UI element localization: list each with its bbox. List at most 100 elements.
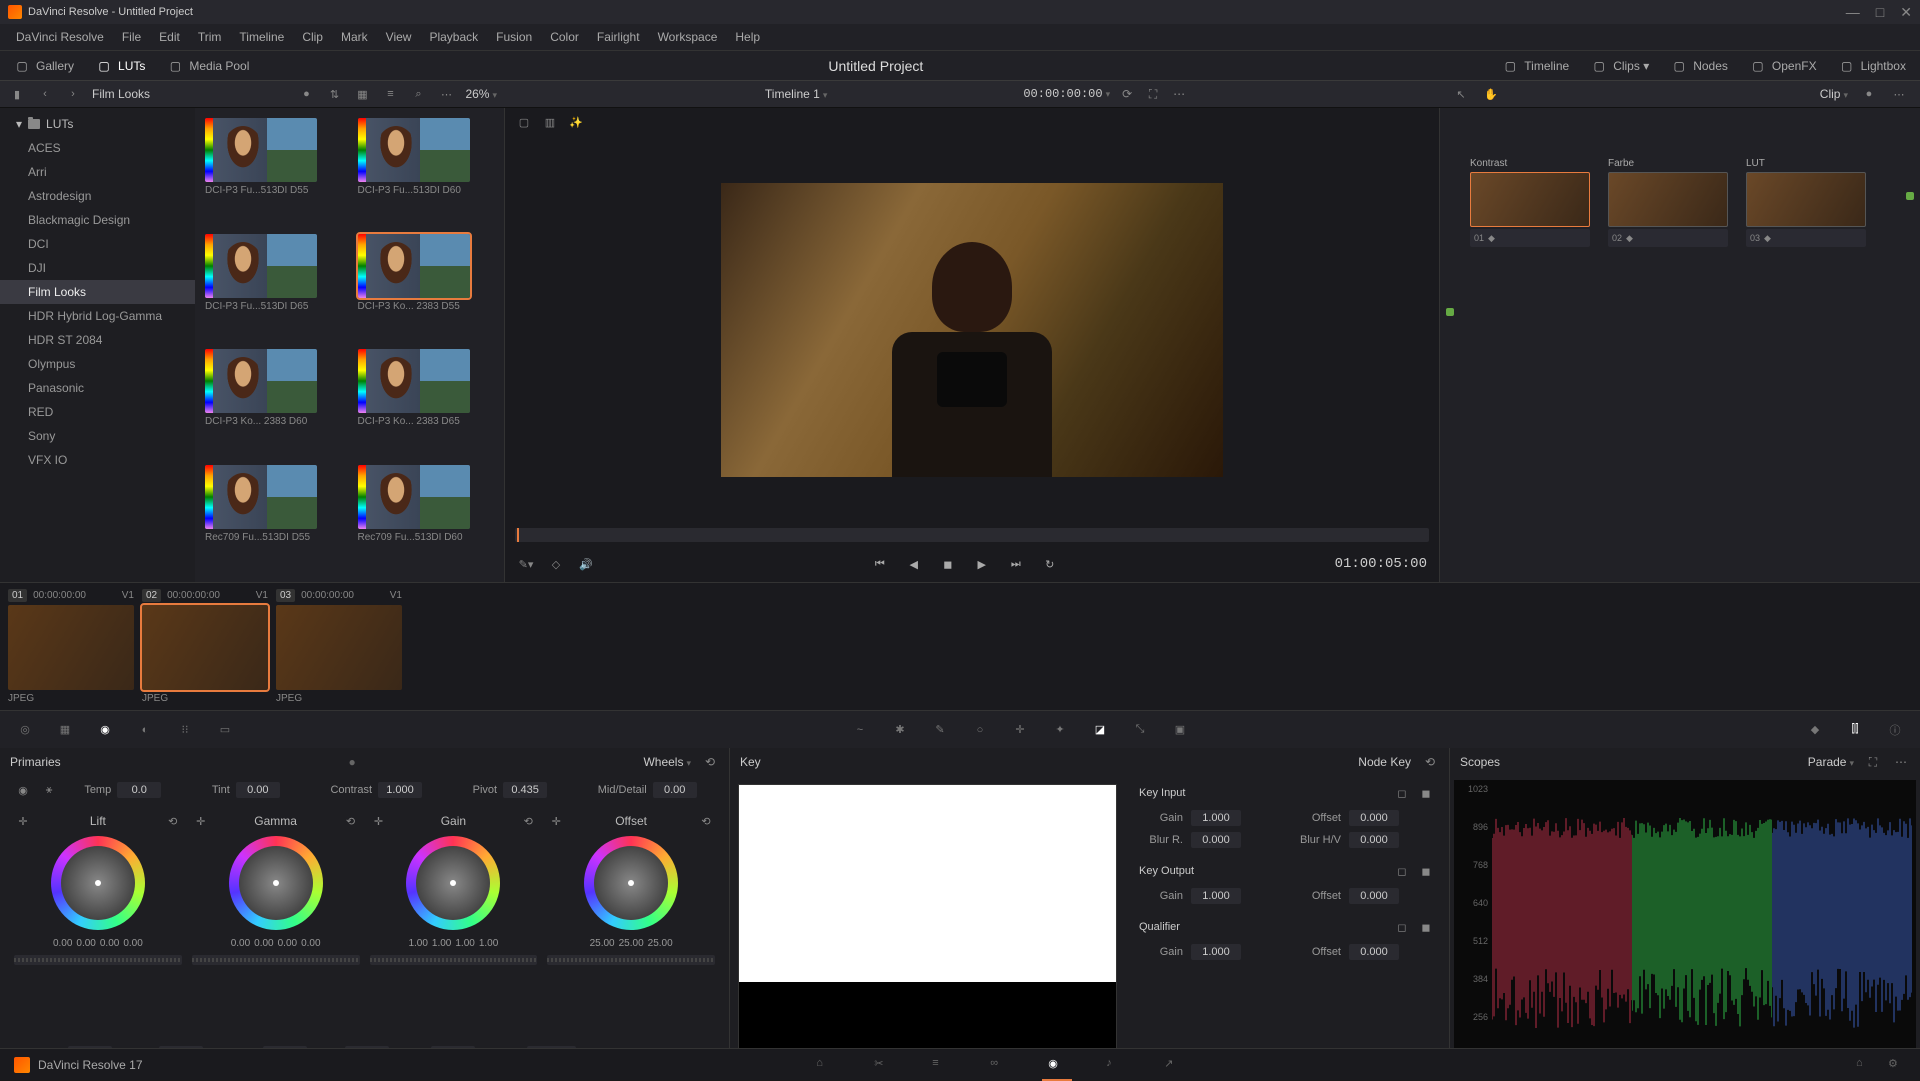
expand-icon[interactable]: ⛶ xyxy=(1144,85,1162,103)
hdr-wheels-icon[interactable]: ◐ xyxy=(134,719,156,741)
page-color-icon[interactable]: ◉ xyxy=(1048,1057,1066,1073)
luts-tree-hdr-st-2084[interactable]: HDR ST 2084 xyxy=(0,328,195,352)
grid-view-icon[interactable]: ▦ xyxy=(353,85,371,103)
sort-icon[interactable]: ⇅ xyxy=(325,85,343,103)
tb-timeline[interactable]: ▢Timeline xyxy=(1498,57,1573,75)
next-clip-button[interactable]: ⏭ xyxy=(1006,554,1026,574)
key-gain[interactable]: Gain1.000 xyxy=(1139,810,1277,826)
menu-workspace[interactable]: Workspace xyxy=(650,26,726,48)
matte-icon[interactable]: ◻ xyxy=(1393,918,1411,936)
color-match-icon[interactable]: ▦ xyxy=(54,719,76,741)
viewer-more-icon[interactable]: ⋯ xyxy=(1170,85,1188,103)
tb-lightbox[interactable]: ▢Lightbox xyxy=(1835,57,1910,75)
hand-icon[interactable]: ✋ xyxy=(1482,85,1500,103)
luts-tree-dji[interactable]: DJI xyxy=(0,256,195,280)
color-warper-icon[interactable]: ✱ xyxy=(889,719,911,741)
scopes-expand-icon[interactable]: ⛶ xyxy=(1864,753,1882,771)
stop-button[interactable]: ◼ xyxy=(938,554,958,574)
tb-gallery[interactable]: ▢Gallery xyxy=(10,57,78,75)
menu-color[interactable]: Color xyxy=(542,26,587,48)
list-view-icon[interactable]: ≡ xyxy=(381,85,399,103)
wheel-gain[interactable]: ✛Gain⟲1.001.001.001.00 xyxy=(370,812,538,1032)
tb-nodes[interactable]: ▢Nodes xyxy=(1667,57,1732,75)
viewer-scrubber[interactable] xyxy=(515,528,1429,542)
menu-view[interactable]: View xyxy=(378,26,420,48)
timeline-name[interactable]: Timeline 1 xyxy=(765,87,827,101)
wheel-reset-icon[interactable]: ⟲ xyxy=(164,812,182,830)
prev-clip-button[interactable]: ⏮ xyxy=(870,554,890,574)
wheel-offset[interactable]: ✛Offset⟲25.0025.0025.00 xyxy=(547,812,715,1032)
3d-icon[interactable]: ▣ xyxy=(1169,719,1191,741)
luts-tree-aces[interactable]: ACES xyxy=(0,136,195,160)
keyframes-icon[interactable]: ◆ xyxy=(1804,719,1826,741)
page-cut-icon[interactable]: ✂ xyxy=(874,1057,892,1073)
search-icon[interactable]: ⌕ xyxy=(409,85,427,103)
wheel-picker-icon[interactable]: ✛ xyxy=(370,812,388,830)
luts-tree-panasonic[interactable]: Panasonic xyxy=(0,376,195,400)
key-icon[interactable]: ◪ xyxy=(1089,719,1111,741)
param-tint[interactable]: Tint0.00 xyxy=(212,782,280,798)
lut-thumb-1[interactable]: DCI-P3 Fu...513DI D60 xyxy=(358,118,495,226)
maximize-button[interactable]: □ xyxy=(1876,4,1884,21)
picker-icon[interactable]: ◉ xyxy=(14,781,32,799)
menu-clip[interactable]: Clip xyxy=(294,26,331,48)
clip-02[interactable]: 0200:00:00:00V1JPEG xyxy=(142,589,268,704)
viewer[interactable] xyxy=(505,136,1439,524)
wheel-reset-icon[interactable]: ⟲ xyxy=(697,812,715,830)
page-fairlight-icon[interactable]: ♪ xyxy=(1106,1057,1124,1073)
bypass-icon[interactable]: ⟳ xyxy=(1118,85,1136,103)
qualifier-picker-icon[interactable]: ✎▾ xyxy=(517,555,535,573)
node-graph-panel[interactable]: Kontrast01◆Farbe02◆LUT03◆ xyxy=(1440,108,1920,582)
param-pivot[interactable]: Pivot0.435 xyxy=(473,782,547,798)
scopes-icon[interactable]: ⫿⫿ xyxy=(1844,719,1866,741)
tb-media-pool[interactable]: ▢Media Pool xyxy=(163,57,253,75)
luts-tree-film-looks[interactable]: Film Looks xyxy=(0,280,195,304)
qualifier-icon[interactable]: ✎ xyxy=(929,719,951,741)
close-button[interactable]: ✕ xyxy=(1900,4,1912,21)
unmix-icon[interactable]: ◇ xyxy=(547,555,565,573)
key-gain[interactable]: Gain1.000 xyxy=(1139,888,1277,904)
luts-tree-hdr-hybrid-log-gamma[interactable]: HDR Hybrid Log-Gamma xyxy=(0,304,195,328)
page-media-icon[interactable]: ⌂ xyxy=(816,1057,834,1073)
reset-key-icon[interactable]: ⟲ xyxy=(1421,753,1439,771)
color-wheels-icon[interactable]: ◉ xyxy=(94,719,116,741)
mute-icon[interactable]: 🔊 xyxy=(577,555,595,573)
menu-timeline[interactable]: Timeline xyxy=(231,26,292,48)
node-mode[interactable]: Clip xyxy=(1820,87,1848,101)
lut-thumb-2[interactable]: DCI-P3 Fu...513DI D65 xyxy=(205,234,342,342)
lut-thumb-6[interactable]: Rec709 Fu...513DI D55 xyxy=(205,465,342,573)
split-screen-icon[interactable]: ▥ xyxy=(541,113,559,131)
scopes-mode[interactable]: Parade xyxy=(1808,755,1854,769)
settings-gear-icon[interactable]: ⚙ xyxy=(1888,1057,1906,1073)
key-blurr[interactable]: Blur R.0.000 xyxy=(1139,832,1277,848)
lut-thumb-4[interactable]: DCI-P3 Ko... 2383 D60 xyxy=(205,349,342,457)
tracking-icon[interactable]: ✛ xyxy=(1009,719,1031,741)
dot-icon[interactable]: ● xyxy=(297,85,315,103)
menu-davinci-resolve[interactable]: DaVinci Resolve xyxy=(8,26,112,48)
invert-icon[interactable]: ◼ xyxy=(1417,784,1435,802)
nav-back-icon[interactable]: ‹ xyxy=(36,85,54,103)
nav-forward-icon[interactable]: › xyxy=(64,85,82,103)
key-blurhv[interactable]: Blur H/V0.000 xyxy=(1297,832,1435,848)
loop-button[interactable]: ↻ xyxy=(1040,554,1060,574)
primaries-dot-icon[interactable]: ● xyxy=(348,755,355,769)
wheel-reset-icon[interactable]: ⟲ xyxy=(519,812,537,830)
reset-primaries-icon[interactable]: ⟲ xyxy=(701,753,719,771)
menu-playback[interactable]: Playback xyxy=(421,26,486,48)
param-contrast[interactable]: Contrast1.000 xyxy=(330,782,422,798)
node-02[interactable]: Farbe02◆ xyxy=(1608,158,1728,247)
tb-openfx[interactable]: ▢OpenFX xyxy=(1746,57,1821,75)
cursor-icon[interactable]: ↖ xyxy=(1452,85,1470,103)
tb-clips[interactable]: ▢Clips ▾ xyxy=(1587,57,1653,75)
highlight-icon[interactable]: ✨ xyxy=(567,113,585,131)
graph-input-icon[interactable] xyxy=(1446,308,1454,316)
node-03[interactable]: LUT03◆ xyxy=(1746,158,1866,247)
wheel-picker-icon[interactable]: ✛ xyxy=(192,812,210,830)
menu-fairlight[interactable]: Fairlight xyxy=(589,26,648,48)
lut-thumb-5[interactable]: DCI-P3 Ko... 2383 D65 xyxy=(358,349,495,457)
menu-help[interactable]: Help xyxy=(727,26,768,48)
clip-01[interactable]: 0100:00:00:00V1JPEG xyxy=(8,589,134,704)
info-icon[interactable]: ⓘ xyxy=(1884,719,1906,741)
luts-tree-root[interactable]: ▾ LUTs xyxy=(0,112,195,136)
transport-timecode[interactable]: 01:00:05:00 xyxy=(1335,556,1427,572)
